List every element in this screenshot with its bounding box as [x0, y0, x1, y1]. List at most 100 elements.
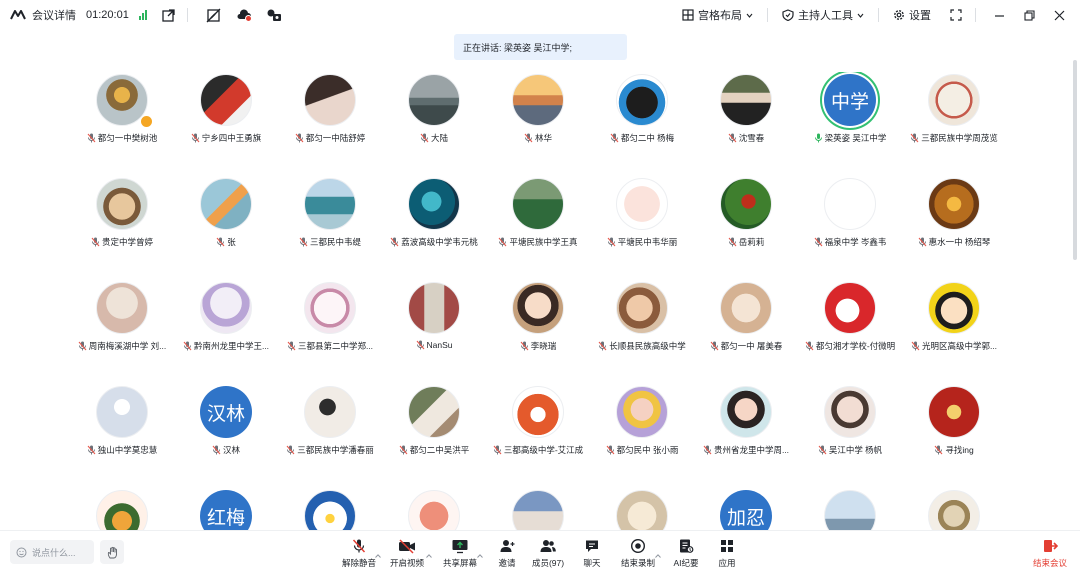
- fullscreen-icon[interactable]: [945, 4, 967, 26]
- avatar: [96, 386, 148, 438]
- participant-tile[interactable]: 周南梅溪湖中学 刘...: [70, 280, 174, 384]
- ai-notes-label: AI纪要: [673, 558, 699, 568]
- participant-tile[interactable]: 李晓瑞: [486, 280, 590, 384]
- participant-name: 都匀一中 屠美春: [720, 341, 783, 351]
- participant-name: 都匀一中陆舒婷: [305, 133, 366, 143]
- participant-tile[interactable]: 吴江中学 杨帆: [798, 384, 902, 488]
- participant-tile[interactable]: 都匀二中吴洪平: [382, 384, 486, 488]
- participant-tile[interactable]: 三都民族中学潘春丽: [278, 384, 382, 488]
- participant-tile[interactable]: 三都民族中学周茂览: [902, 72, 1006, 176]
- participant-tile[interactable]: 三都民中韦缇: [278, 176, 382, 280]
- participant-tile[interactable]: NanSu: [382, 280, 486, 384]
- mic-speaking-icon: [814, 133, 822, 143]
- participant-tile[interactable]: 都匀湘才学校-付微明: [798, 280, 902, 384]
- participant-tile[interactable]: 三都县第二中学郑...: [278, 280, 382, 384]
- participant-tile[interactable]: 汉林 汉林: [174, 384, 278, 488]
- mic-muted-icon: [610, 133, 619, 143]
- mic-muted-icon: [416, 340, 424, 350]
- participant-tile[interactable]: 黔南州龙里中学王...: [174, 280, 278, 384]
- participant-tile[interactable]: 大陆: [382, 72, 486, 176]
- participant-tile[interactable]: 荔波高级中学韦元桃: [382, 176, 486, 280]
- participant-tile[interactable]: [382, 488, 486, 530]
- participant-tile[interactable]: 张: [174, 176, 278, 280]
- open-external-icon[interactable]: [161, 7, 177, 23]
- mic-muted-icon: [78, 341, 87, 351]
- host-tools-button[interactable]: 主持人工具: [776, 4, 870, 26]
- chat-label: 聊天: [583, 558, 601, 568]
- participant-tile[interactable]: [902, 488, 1006, 530]
- restore-icon[interactable]: [1018, 4, 1040, 26]
- settings-button[interactable]: 设置: [887, 4, 937, 26]
- minimize-icon[interactable]: [988, 4, 1010, 26]
- mic-muted-icon: [606, 445, 614, 455]
- mic-muted-icon: [350, 538, 368, 554]
- participant-label: 汉林: [166, 444, 286, 456]
- avatar: [616, 282, 668, 334]
- invite-icon: [498, 538, 516, 554]
- participant-tile[interactable]: 加忍: [694, 488, 798, 530]
- chevron-up-icon[interactable]: [426, 545, 432, 558]
- scrollbar-thumb[interactable]: [1073, 60, 1077, 260]
- start-video-button[interactable]: 开启视频: [382, 538, 432, 570]
- chevron-up-icon[interactable]: [375, 545, 381, 558]
- participant-tile[interactable]: 林华: [486, 72, 590, 176]
- virtual-background-icon[interactable]: [266, 7, 282, 23]
- participant-tile[interactable]: 沈雪春: [694, 72, 798, 176]
- layout-grid-button[interactable]: 宫格布局: [676, 4, 759, 26]
- mic-muted-icon: [918, 237, 926, 247]
- avatar: [824, 282, 876, 334]
- cloud-recording-icon[interactable]: [236, 7, 252, 23]
- participant-label: NanSu: [374, 340, 494, 350]
- participant-tile[interactable]: 寻找ing: [902, 384, 1006, 488]
- participant-tile[interactable]: 平塘民族中学王真: [486, 176, 590, 280]
- close-icon[interactable]: [1048, 4, 1070, 26]
- meeting-details-link[interactable]: 会议详情: [32, 7, 76, 23]
- participant-tile[interactable]: 贵定中学曾婷: [70, 176, 174, 280]
- participant-label: 都匀一中陆舒婷: [270, 132, 390, 144]
- participant-tile[interactable]: [70, 488, 174, 530]
- participant-name: 三都民族中学潘春丽: [297, 445, 374, 455]
- avatar: [200, 178, 252, 230]
- participant-name: 荔波高级中学韦元桃: [401, 237, 478, 247]
- participant-tile[interactable]: [486, 488, 590, 530]
- network-signal-icon[interactable]: [138, 10, 147, 20]
- participant-tile[interactable]: [590, 488, 694, 530]
- apps-button[interactable]: 应用: [702, 538, 752, 570]
- participant-tile[interactable]: 三都高级中学-艾江成: [486, 384, 590, 488]
- participant-name: 独山中学莫忠慧: [97, 445, 158, 455]
- end-meeting-button[interactable]: 结束会议: [1028, 538, 1072, 570]
- participant-tile[interactable]: 平塘民中韦华丽: [590, 176, 694, 280]
- participant-tile[interactable]: 福泉中学 岑鑫韦: [798, 176, 902, 280]
- participant-tile[interactable]: 惠水一中 杨绍琴: [902, 176, 1006, 280]
- chat-button[interactable]: 聊天: [567, 538, 617, 570]
- participant-tile[interactable]: 都匀二中 杨梅: [590, 72, 694, 176]
- participant-tile[interactable]: 贵州省龙里中学周...: [694, 384, 798, 488]
- avatar: [824, 490, 876, 530]
- participant-tile[interactable]: 都匀一中 屠美春: [694, 280, 798, 384]
- participant-tile[interactable]: 中学 梁英姿 吴江中学: [798, 72, 902, 176]
- participant-tile[interactable]: 光明区高级中学郭...: [902, 280, 1006, 384]
- participant-tile[interactable]: 岳莉莉: [694, 176, 798, 280]
- participant-label: 光明区高级中学郭...: [894, 340, 1010, 352]
- quick-chat-input[interactable]: 说点什么...: [10, 540, 94, 564]
- avatar: [512, 490, 564, 530]
- avatar: [512, 178, 564, 230]
- participant-label: 宁乡四中王勇旗: [166, 132, 286, 144]
- participant-tile[interactable]: 红梅: [174, 488, 278, 530]
- participant-tile[interactable]: 宁乡四中王勇旗: [174, 72, 278, 176]
- participant-label: 三都县第二中学郑...: [270, 340, 390, 352]
- participant-tile[interactable]: [798, 488, 902, 530]
- raise-hand-button[interactable]: [100, 540, 124, 564]
- participant-tile[interactable]: 都匀民中 张小雨: [590, 384, 694, 488]
- participant-tile[interactable]: 独山中学莫忠慧: [70, 384, 174, 488]
- members-button[interactable]: 成员(97): [523, 538, 573, 570]
- current-speaker-toast: 正在讲话: 梁英姿 吴江中学;: [454, 34, 627, 60]
- avatar: [512, 74, 564, 126]
- participant-tile[interactable]: 都匀一中陆舒婷: [278, 72, 382, 176]
- participant-label: 荔波高级中学韦元桃: [374, 236, 494, 248]
- participant-tile[interactable]: [278, 488, 382, 530]
- participant-tile[interactable]: 长顺县民族高级中学: [590, 280, 694, 384]
- mic-muted-icon: [399, 445, 408, 455]
- participant-tile[interactable]: 都匀一中樊树池: [70, 72, 174, 176]
- screen-annotate-off-icon[interactable]: [206, 7, 222, 23]
